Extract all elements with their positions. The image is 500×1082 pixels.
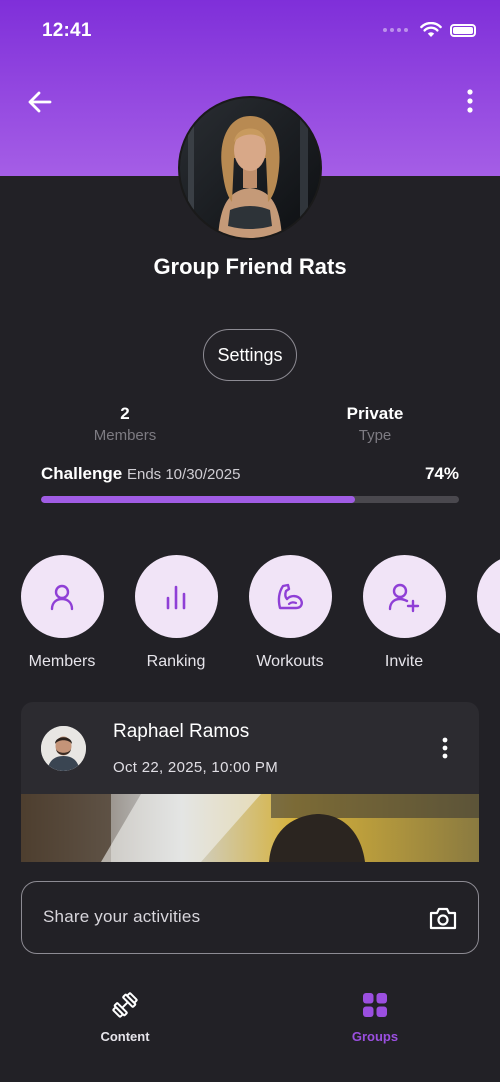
back-arrow-icon[interactable] (24, 88, 56, 116)
signal-icon (383, 28, 408, 32)
status-bar: 12:41 (0, 0, 500, 64)
wifi-icon (420, 22, 442, 37)
members-count: 2 (120, 404, 130, 423)
action-members[interactable]: Members (2, 555, 122, 671)
biceps-icon (277, 583, 303, 609)
action-invite-label: Invite (384, 653, 424, 670)
post-photo (21, 794, 479, 862)
person-add-icon (388, 583, 420, 612)
post-author-avatar[interactable] (41, 726, 86, 771)
action-invite[interactable]: Invite (344, 555, 464, 671)
share-activity-input[interactable]: Share your activities (21, 881, 479, 954)
members-stat: 2 Members (55, 404, 195, 444)
grid-icon (363, 993, 387, 1017)
dumbbell-icon (112, 992, 138, 1018)
bar-chart-icon (166, 585, 186, 609)
action-members-circle[interactable] (20, 555, 104, 638)
challenge-title: Challenge (41, 464, 123, 483)
action-partial[interactable]: An (458, 555, 500, 671)
type-stat-label: Type (358, 427, 392, 444)
nav-content-label: Content (100, 1029, 150, 1044)
type-value: Private (346, 404, 404, 423)
post-date: Oct 22, 2025, 10:00 PM (113, 759, 279, 776)
action-workouts[interactable]: Workouts (230, 555, 350, 671)
author-avatar-image (41, 726, 86, 771)
challenge-percent: 74% (424, 464, 459, 483)
action-partial-circle[interactable] (476, 555, 500, 638)
challenge-progress-fill (41, 496, 355, 503)
post-card[interactable]: Raphael Ramos Oct 22, 2025, 10:00 PM (21, 702, 479, 862)
battery-icon (450, 23, 476, 37)
action-partial-label: An (458, 653, 500, 671)
challenge-end-date: Ends 10/30/2025 (126, 466, 241, 483)
group-avatar (180, 98, 320, 238)
action-ranking-label: Ranking (146, 653, 206, 670)
nav-groups-label: Groups (351, 1029, 399, 1044)
action-workouts-label: Workouts (256, 653, 324, 670)
status-time: 12:41 (42, 20, 92, 41)
post-more-icon[interactable] (435, 736, 455, 760)
action-ranking[interactable]: Ranking (116, 555, 236, 671)
more-vertical-icon[interactable] (460, 86, 480, 116)
post-author-name[interactable]: Raphael Ramos (113, 721, 249, 743)
members-stat-label: Members (93, 427, 157, 444)
challenge-progress-bar (41, 496, 459, 503)
share-placeholder: Share your activities (43, 907, 201, 926)
status-icons (383, 22, 476, 38)
camera-icon[interactable] (428, 904, 458, 932)
person-icon (50, 584, 74, 610)
group-avatar-image (180, 98, 320, 238)
settings-button[interactable]: Settings (203, 329, 297, 381)
action-ranking-circle[interactable] (134, 555, 218, 638)
type-stat: Private Type (305, 404, 445, 444)
nav-groups[interactable]: Groups (315, 990, 435, 1044)
challenge-label: Challenge Ends 10/30/2025 (41, 464, 240, 484)
nav-content[interactable]: Content (65, 990, 185, 1044)
action-invite-circle[interactable] (362, 555, 446, 638)
group-actions-row: Members Ranking Workouts Invite (0, 555, 500, 675)
post-image[interactable] (21, 794, 479, 862)
group-title: Group Friend Rats (153, 254, 347, 279)
action-workouts-circle[interactable] (248, 555, 332, 638)
action-members-label: Members (28, 653, 96, 670)
